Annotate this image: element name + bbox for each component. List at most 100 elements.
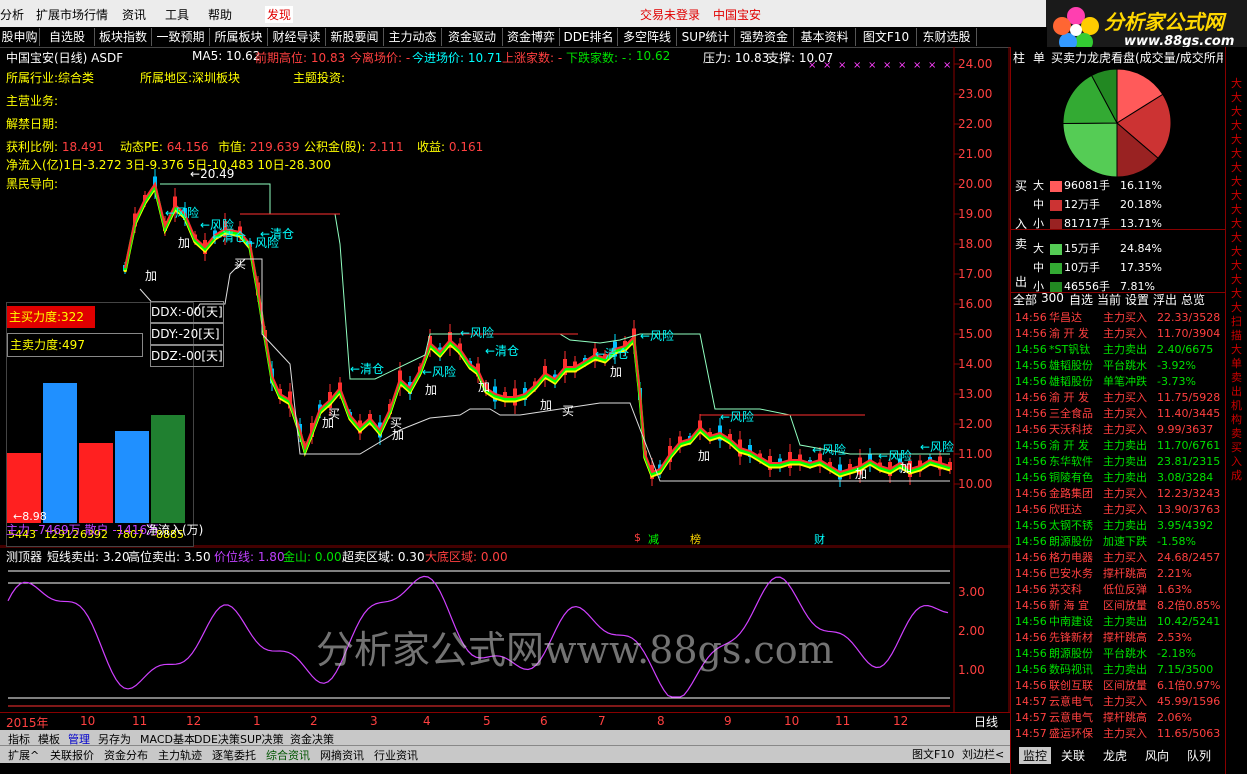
list-item[interactable]: 14:56 先锋新材 撑杆跳高 2.53% <box>1015 629 1217 645</box>
list-item[interactable]: 14:56 三全食品 主力买入 11.40/3445 <box>1015 405 1220 421</box>
monitor-tab-1[interactable]: 关联 <box>1061 747 1085 764</box>
toolbar-button-14[interactable]: 基本资料 <box>794 28 856 46</box>
monitor-tab-3[interactable]: 风向 <box>1145 747 1169 764</box>
toolbar-button-0[interactable]: 股申购 <box>0 28 40 46</box>
tab-bar-chart[interactable]: 柱 <box>1013 49 1025 66</box>
f10-button[interactable]: 图文F10 <box>912 746 954 762</box>
pie-legend-row: 大 96081手 16.11% <box>1033 177 1162 193</box>
list-item[interactable]: 14:56 *ST钒钛 主力卖出 2.40/6675 <box>1015 341 1217 357</box>
action-cell: 平台跳水 <box>1103 359 1147 372</box>
list-item[interactable]: 14:56 渝 开 发 主力买入 11.75/5928 <box>1015 389 1220 405</box>
list-item[interactable]: 14:56 联创互联 区间放量 6.1倍0.97% <box>1015 677 1220 693</box>
info-tab-0[interactable]: 扩展^ <box>8 747 39 763</box>
value-cell: 3.08/3284 <box>1157 471 1214 484</box>
menu-discover[interactable]: 发现 <box>265 6 294 23</box>
time-cell: 14:56 <box>1015 423 1047 436</box>
toolbar-button-10[interactable]: DDE排名 <box>560 28 618 46</box>
monitor-tab-2[interactable]: 龙虎 <box>1103 747 1127 764</box>
login-status[interactable]: 交易未登录 <box>640 6 700 23</box>
top-x-mark: × <box>898 60 906 71</box>
info-tab-3[interactable]: 主力轨迹 <box>158 747 202 763</box>
info-tab-6[interactable]: 网摘资讯 <box>320 747 364 763</box>
list-item[interactable]: 14:56 中南建设 主力卖出 10.42/5241 <box>1015 613 1220 629</box>
toolbar-button-4[interactable]: 所属板块 <box>210 28 268 46</box>
toolbar-button-13[interactable]: 强势资金 <box>735 28 794 46</box>
signal-annotation: 加 <box>145 269 157 283</box>
list-item[interactable]: 14:56 东华软件 主力卖出 23.81/2315 <box>1015 453 1220 469</box>
list-item[interactable]: 14:56 华昌达 主力买入 22.33/3528 <box>1015 309 1220 325</box>
main-business-label: 主营业务: <box>6 94 59 108</box>
list-item[interactable]: 14:56 苏交科 低位反弹 1.63% <box>1015 581 1217 597</box>
sidebar-toggle[interactable]: 刘边栏< <box>962 746 1004 762</box>
filter-tab-5[interactable]: 浮出 <box>1153 291 1177 308</box>
list-item[interactable]: 14:56 渝 开 发 主力卖出 11.70/6761 <box>1015 437 1220 453</box>
filter-tab-1[interactable]: 300 <box>1041 291 1064 305</box>
menu-tools[interactable]: 工具 <box>165 6 189 23</box>
list-item[interactable]: 14:56 太钢不锈 主力卖出 3.95/4392 <box>1015 517 1217 533</box>
tab-single[interactable]: 单 <box>1033 49 1045 66</box>
menu-analysis[interactable]: 分析 <box>0 6 24 23</box>
toolbar-button-12[interactable]: SUP统计 <box>677 28 735 46</box>
list-item[interactable]: 14:56 格力电器 主力买入 24.68/2457 <box>1015 549 1220 565</box>
info-tab-5[interactable]: 综合资讯 <box>266 747 310 763</box>
list-item[interactable]: 14:57 云意电气 主力买入 45.99/1596 <box>1015 693 1220 709</box>
action-cell: 主力买入 <box>1103 487 1147 500</box>
monitor-tab-4[interactable]: 队列 <box>1187 747 1211 764</box>
list-item[interactable]: 14:56 金路集团 主力买入 12.23/3243 <box>1015 485 1220 501</box>
list-item[interactable]: 14:56 天沃科技 主力买入 9.99/3637 <box>1015 421 1217 437</box>
color-swatch <box>1050 180 1062 192</box>
list-item[interactable]: 14:57 盛运环保 主力买入 11.65/5063 <box>1015 725 1220 741</box>
list-item[interactable]: 14:56 雄韬股份 平台跳水 -3.92% <box>1015 357 1217 373</box>
dynamic-pe: 动态PE: 64.156 <box>120 140 209 154</box>
signal-annotation: 加 <box>540 398 552 412</box>
toolbar-button-11[interactable]: 多空阵线 <box>618 28 677 46</box>
menu-help[interactable]: 帮助 <box>208 6 232 23</box>
signal-annotation: ←清仓 <box>350 362 384 376</box>
filter-tab-3[interactable]: 当前 <box>1097 291 1121 308</box>
info-tab-2[interactable]: 资金分布 <box>104 747 148 763</box>
toolbar-button-16[interactable]: 东财选股 <box>917 28 977 46</box>
list-item[interactable]: 14:57 云意电气 撑杆跳高 2.06% <box>1015 709 1217 725</box>
toolbar-button-8[interactable]: 资金驱动 <box>442 28 503 46</box>
list-item[interactable]: 14:56 巴安水务 撑杆跳高 2.21% <box>1015 565 1217 581</box>
filter-tab-0[interactable]: 全部 <box>1013 291 1037 308</box>
menu-extended-market[interactable]: 扩展市场行情 <box>36 6 108 23</box>
info-tab-1[interactable]: 关联报价 <box>50 747 94 763</box>
toolbar-button-3[interactable]: 一致预期 <box>152 28 210 46</box>
sub-indicator-chart[interactable]: 测顶器 短线卖出: 3.20 高位卖出: 3.50 价位线: 1.80 金山: … <box>0 547 1010 712</box>
toolbar-button-2[interactable]: 板块指数 <box>95 28 152 46</box>
period-label[interactable]: 日线 <box>974 713 998 730</box>
filter-tab-6[interactable]: 总览 <box>1181 291 1205 308</box>
action-cell: 主力卖出 <box>1103 439 1147 452</box>
info-tab-bar: 扩展^ 关联报价 资金分布 主力轨迹 逐笔委托 综合资讯 网摘资讯 行业资讯 <box>0 745 1010 763</box>
info-tab-7[interactable]: 行业资讯 <box>374 747 418 763</box>
toolbar-button-5[interactable]: 财经导读 <box>268 28 326 46</box>
toolbar-button-6[interactable]: 新股要闻 <box>326 28 384 46</box>
filter-tab-2[interactable]: 自选 <box>1069 291 1093 308</box>
main-chart[interactable]: × × × × × × × × × × ←风险 ←风险 ←清仓 ←清仓 ←风险买加加 ←清仓加买买加 ←风险加 ←… <box>0 47 1010 547</box>
signal-annotation: 加 <box>392 428 404 442</box>
list-item[interactable]: 14:56 朗源股份 平台跳水 -2.18% <box>1015 645 1217 661</box>
list-item[interactable]: 14:56 铜陵有色 主力卖出 3.08/3284 <box>1015 469 1217 485</box>
menu-news[interactable]: 资讯 <box>122 6 146 23</box>
action-cell: 主力买入 <box>1103 327 1147 340</box>
toolbar-button-9[interactable]: 资金博弈 <box>503 28 560 46</box>
list-item[interactable]: 14:56 数码视讯 主力卖出 7.15/3500 <box>1015 661 1217 677</box>
info-tab-4[interactable]: 逐笔委托 <box>212 747 256 763</box>
list-item[interactable]: 14:56 欣旺达 主力买入 13.90/3763 <box>1015 501 1220 517</box>
filter-tab-4[interactable]: 设置 <box>1125 291 1149 308</box>
list-item[interactable]: 14:56 雄韬股份 单笔冲跌 -3.73% <box>1015 373 1217 389</box>
event-mark-dollar: $ <box>634 531 641 544</box>
monitor-tab-0[interactable]: 监控 <box>1019 747 1052 764</box>
signal-annotation: ←风险 <box>422 364 456 379</box>
toolbar-button-7[interactable]: 主力动态 <box>384 28 442 46</box>
list-item[interactable]: 14:56 新 海 宜 区间放量 8.2倍0.85% <box>1015 597 1220 613</box>
toolbar-button-15[interactable]: 图文F10 <box>856 28 917 46</box>
list-item[interactable]: 14:56 朗源股份 加速下跌 -1.58% <box>1015 533 1217 549</box>
stock-name-cell: 朗源股份 <box>1049 535 1093 548</box>
list-item[interactable]: 14:56 渝 开 发 主力买入 11.70/3904 <box>1015 325 1220 341</box>
volume-value: 10万手 <box>1064 261 1100 274</box>
x-tick-label: 2015年 <box>6 716 49 730</box>
toolbar-button-1[interactable]: 自选股 <box>40 28 95 46</box>
x-tick-label: 4 <box>423 714 431 728</box>
